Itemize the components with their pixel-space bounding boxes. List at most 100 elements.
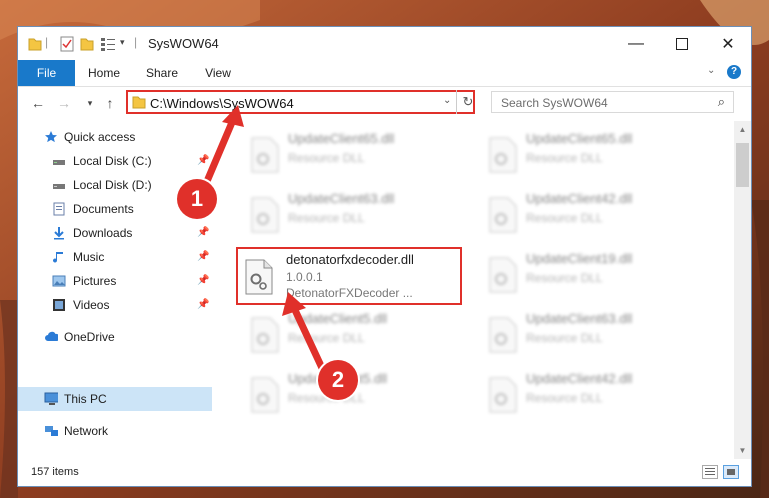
forward-button[interactable]: →	[54, 93, 74, 113]
callout-number-2: 2	[318, 360, 358, 400]
sidebar-item-label: Local Disk (C:)	[73, 154, 152, 168]
address-bar[interactable]: C:\Windows\SysWOW64 ⌄	[126, 90, 475, 114]
file-item[interactable]: UpdateClient42.dll Resource DLL	[478, 185, 708, 243]
dll-file-icon	[251, 197, 279, 233]
sidebar-item-label: Quick access	[64, 130, 136, 144]
download-icon	[54, 227, 64, 240]
large-icons-view-button[interactable]	[723, 465, 739, 479]
search-input[interactable]	[499, 93, 703, 113]
dll-file-icon	[489, 257, 517, 293]
dll-file-icon	[489, 317, 517, 353]
sidebar-item-label: Pictures	[73, 274, 117, 288]
recent-locations-button[interactable]: ▾	[80, 93, 100, 113]
help-icon[interactable]: ?	[727, 65, 741, 79]
explorer-window: | ▾ | SysWOW64 — ✕ File Home Share View …	[18, 27, 751, 486]
file-name: detonatorfxdecoder.dll	[286, 252, 414, 267]
search-box[interactable]: ⌕	[491, 91, 734, 113]
dll-file-icon	[489, 197, 517, 233]
minimize-icon: —	[628, 34, 644, 52]
sidebar-item-videos[interactable]: Videos 📌	[18, 294, 212, 316]
file-item[interactable]: UpdateClient5.dll Resource DLL	[240, 305, 470, 363]
refresh-icon: ↻	[462, 94, 474, 109]
pin-icon[interactable]: 📌	[197, 270, 209, 292]
refresh-button[interactable]: ↻	[456, 90, 479, 114]
file-type: Resource DLL	[288, 151, 365, 165]
quick-access-dropdown-icon[interactable]: ▾	[120, 37, 125, 53]
file-name: UpdateClient65.dll	[526, 131, 633, 146]
expand-ribbon-icon[interactable]: ⌄	[707, 65, 715, 76]
dll-file-icon	[251, 377, 279, 413]
file-version: 1.0.0.1	[286, 270, 323, 284]
new-folder-icon[interactable]	[80, 36, 94, 52]
dll-file-icon	[489, 137, 517, 173]
navigation-bar: ← → ▾ ↑ C:\Windows\SysWOW64 ⌄ ↻ ⌕	[18, 87, 751, 119]
sidebar-item-label: Documents	[73, 202, 134, 216]
file-item-detonatorfxdecoder[interactable]: detonatorfxdecoder.dll 1.0.0.1 Detonator…	[236, 247, 462, 305]
arrow-up-icon: ↑	[106, 95, 114, 111]
arrow-left-icon: ←	[31, 95, 45, 111]
sidebar-item-label: Downloads	[73, 226, 133, 240]
file-name: UpdateClient63.dll	[526, 311, 633, 326]
sidebar-item-this-pc[interactable]: This PC	[18, 387, 212, 411]
tab-home[interactable]: Home	[80, 60, 128, 86]
customize-icon[interactable]	[100, 36, 116, 52]
sidebar-item-label: Videos	[73, 298, 110, 312]
cloud-icon	[45, 331, 58, 341]
tab-share[interactable]: Share	[138, 60, 186, 86]
item-count: 157 items	[31, 466, 79, 478]
drive-icon	[53, 184, 65, 189]
file-type: Resource DLL	[526, 271, 603, 285]
maximize-button[interactable]	[659, 27, 705, 60]
back-button[interactable]: ←	[28, 93, 48, 113]
file-item[interactable]: UpdateClient63.dll Resource DLL	[240, 185, 470, 243]
file-item[interactable]: UpdateClient63.dll Resource DLL	[478, 305, 708, 363]
title-bar: | ▾ | SysWOW64 — ✕	[18, 27, 751, 60]
file-name: UpdateClient63.dll	[288, 191, 395, 206]
tab-file[interactable]: File	[18, 60, 75, 86]
file-name: UpdateClient5.dll	[288, 311, 388, 326]
scrollbar-thumb[interactable]	[736, 143, 749, 187]
sidebar-item-music[interactable]: Music 📌	[18, 246, 212, 268]
file-item[interactable]: UpdateClient65.dll Resource DLL	[240, 125, 470, 183]
videos-icon	[53, 299, 65, 311]
sidebar-item-network[interactable]: Network	[18, 420, 212, 442]
address-dropdown-icon[interactable]: ⌄	[443, 95, 451, 106]
file-name: UpdateClient65.dll	[288, 131, 395, 146]
file-item[interactable]: UpdateClient42.dll Resource DLL	[478, 365, 708, 423]
window-title: SysWOW64	[148, 36, 219, 51]
scroll-up-icon[interactable]: ▲	[734, 121, 751, 138]
scroll-down-icon[interactable]: ▼	[734, 442, 751, 459]
sidebar-item-downloads[interactable]: Downloads 📌	[18, 222, 212, 244]
pin-icon[interactable]: 📌	[197, 294, 209, 316]
documents-icon	[53, 202, 65, 216]
sidebar-item-onedrive[interactable]: OneDrive	[18, 326, 212, 348]
status-bar: 157 items	[18, 459, 751, 486]
dll-file-icon	[489, 377, 517, 413]
file-type: Resource DLL	[526, 391, 603, 405]
details-view-icon	[705, 468, 715, 475]
sidebar-item-local-disk-c[interactable]: Local Disk (C:) 📌	[18, 150, 212, 172]
up-button[interactable]: ↑	[100, 93, 120, 113]
file-item[interactable]: UpdateClient19.dll Resource DLL	[478, 245, 708, 303]
close-button[interactable]: ✕	[705, 27, 751, 60]
navigation-pane: Quick access Local Disk (C:) 📌 Local Dis…	[18, 121, 212, 459]
file-type: Resource DLL	[288, 331, 365, 345]
sidebar-item-label: Network	[64, 424, 109, 438]
sidebar-item-pictures[interactable]: Pictures 📌	[18, 270, 212, 292]
minimize-button[interactable]: —	[613, 27, 659, 60]
file-type: Resource DLL	[288, 211, 365, 225]
computer-icon	[44, 392, 58, 405]
sidebar-item-quick-access[interactable]: Quick access	[18, 126, 212, 148]
vertical-scrollbar[interactable]: ▲ ▼	[734, 121, 751, 459]
details-view-button[interactable]	[702, 465, 718, 479]
large-icons-view-icon	[727, 469, 735, 475]
file-type: Resource DLL	[526, 151, 603, 165]
pin-icon[interactable]: 📌	[197, 222, 209, 244]
pin-icon[interactable]: 📌	[197, 246, 209, 268]
divider: |	[134, 35, 138, 49]
tab-view[interactable]: View	[194, 60, 242, 86]
sidebar-item-label: Local Disk (D:)	[73, 178, 152, 192]
pin-icon[interactable]: 📌	[197, 150, 209, 172]
properties-icon[interactable]	[60, 36, 74, 52]
file-item[interactable]: UpdateClient65.dll Resource DLL	[478, 125, 708, 183]
